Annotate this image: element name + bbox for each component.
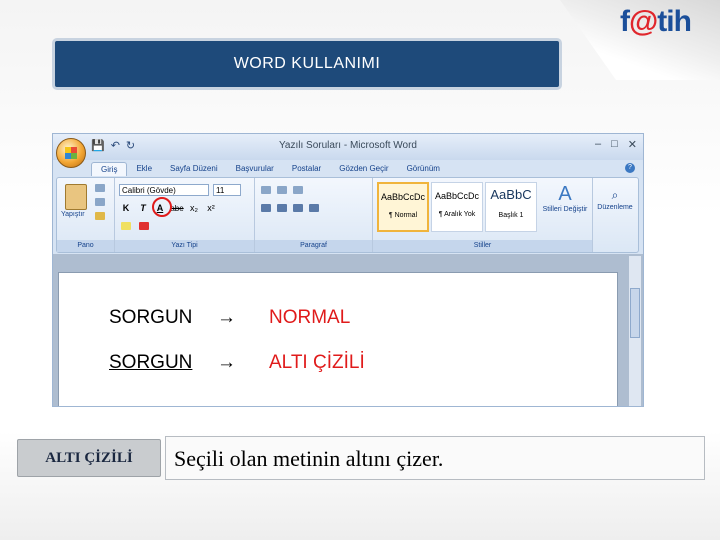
superscript-button[interactable]: x² <box>204 202 218 215</box>
underline-highlight-circle <box>152 197 172 217</box>
clipboard-group: Yapıştır Pano <box>57 178 115 252</box>
tab-references[interactable]: Başvurular <box>227 162 283 176</box>
cut-icon[interactable] <box>95 184 105 192</box>
font-name-field[interactable]: Calibri (Gövde) <box>119 184 209 196</box>
doc-line-source: SORGUN <box>109 307 193 328</box>
bullets-icon[interactable] <box>261 186 271 194</box>
ribbon-tabs: Giriş Ekle Sayfa Düzeni Başvurular Posta… <box>91 162 449 176</box>
font-group: Calibri (Gövde) 11 K T A abe x₂ x² Yazı … <box>115 178 255 252</box>
font-size-field[interactable]: 11 <box>213 184 241 196</box>
tab-mailings[interactable]: Postalar <box>283 162 330 176</box>
maximize-button[interactable]: □ <box>611 138 618 151</box>
scroll-thumb[interactable] <box>630 288 640 338</box>
binoculars-icon: ⌕ <box>611 188 619 202</box>
tab-home[interactable]: Giriş <box>91 162 128 176</box>
editing-button[interactable]: ⌕ Düzenleme <box>595 186 635 211</box>
slide-title: WORD KULLANIMI <box>233 55 381 72</box>
paste-label: Yapıştır <box>61 211 85 218</box>
format-painter-icon[interactable] <box>95 212 105 220</box>
paste-icon[interactable] <box>65 184 87 210</box>
multilevel-list-icon[interactable] <box>293 186 303 194</box>
tab-insert[interactable]: Ekle <box>127 162 161 176</box>
help-icon[interactable]: ? <box>625 163 635 173</box>
strikethrough-button[interactable]: abe <box>170 202 184 215</box>
caption-text: Seçili olan metinin altını çizer. <box>165 436 705 480</box>
numbering-icon[interactable] <box>277 186 287 194</box>
align-center-icon[interactable] <box>277 204 287 212</box>
window-title: Yazılı Soruları - Microsoft Word <box>279 140 417 151</box>
change-styles-button[interactable]: A Stilleri Değiştir <box>541 182 589 213</box>
caption-label: ALTI ÇİZİLİ <box>17 439 161 477</box>
close-button[interactable]: ✕ <box>628 138 637 151</box>
styles-group: AaBbCcDc ¶ Normal AaBbCcDc ¶ Aralık Yok … <box>373 178 593 252</box>
italic-button[interactable]: T <box>136 202 150 215</box>
tab-view[interactable]: Görünüm <box>398 162 449 176</box>
align-left-icon[interactable] <box>261 204 271 212</box>
doc-line-underlined: SORGUN → ALTI ÇİZİLİ <box>109 352 365 374</box>
doc-line-result: ALTI ÇİZİLİ <box>269 352 365 373</box>
window-controls: – □ ✕ <box>595 138 637 151</box>
tab-page-layout[interactable]: Sayfa Düzeni <box>161 162 227 176</box>
clipboard-group-label: Pano <box>57 240 114 252</box>
highlight-color-icon[interactable] <box>121 222 131 230</box>
style-no-spacing[interactable]: AaBbCcDc ¶ Aralık Yok <box>431 182 483 232</box>
change-styles-icon: A <box>558 183 572 205</box>
minimize-button[interactable]: – <box>595 138 601 151</box>
arrow-icon: → <box>217 352 236 373</box>
word-window-screenshot: 💾 ↶ ↻ Yazılı Soruları - Microsoft Word –… <box>52 133 644 407</box>
copy-icon[interactable] <box>95 198 105 206</box>
align-right-icon[interactable] <box>293 204 303 212</box>
editing-group: ⌕ Düzenleme <box>593 178 638 252</box>
doc-line-result: NORMAL <box>269 307 351 328</box>
styles-group-label: Stiller <box>373 240 592 252</box>
bold-button[interactable]: K <box>119 202 133 215</box>
slide-title-bar: WORD KULLANIMI <box>52 38 562 90</box>
paragraph-group: Paragraf <box>255 178 373 252</box>
style-normal[interactable]: AaBbCcDc ¶ Normal <box>377 182 429 232</box>
font-group-label: Yazı Tipi <box>115 240 254 252</box>
paragraph-group-label: Paragraf <box>255 240 372 252</box>
vertical-scrollbar[interactable] <box>629 256 641 406</box>
doc-line-source: SORGUN <box>109 352 193 373</box>
document-area: SORGUN → NORMAL SORGUN → ALTI ÇİZİLİ <box>53 254 643 406</box>
doc-line-normal: SORGUN → NORMAL <box>109 307 350 329</box>
style-heading-1[interactable]: AaBbC Başlık 1 <box>485 182 537 232</box>
tab-review[interactable]: Gözden Geçir <box>330 162 397 176</box>
document-page[interactable]: SORGUN → NORMAL SORGUN → ALTI ÇİZİLİ <box>58 272 618 406</box>
subscript-button[interactable]: x₂ <box>187 202 201 215</box>
arrow-icon: → <box>217 307 236 328</box>
ribbon: Yapıştır Pano Calibri (Gövde) 11 K T A a… <box>56 177 639 253</box>
font-color-icon[interactable] <box>139 222 149 230</box>
fatih-logo: f@tih <box>620 5 692 38</box>
justify-icon[interactable] <box>309 204 319 212</box>
